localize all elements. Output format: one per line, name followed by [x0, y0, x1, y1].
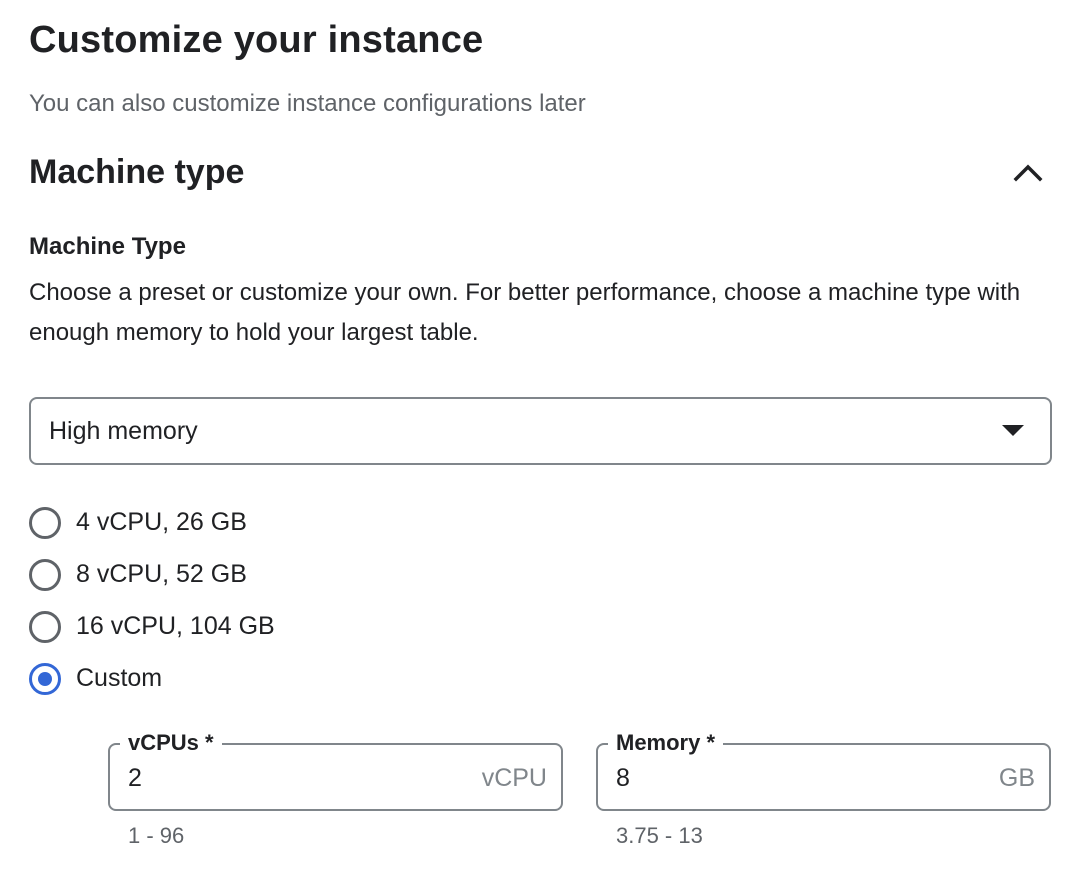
machine-type-label: Machine Type: [29, 233, 186, 260]
vcpus-field-label: vCPUs *: [120, 728, 222, 758]
radio-label: Custom: [76, 664, 163, 692]
page-title: Customize your instance: [29, 19, 484, 61]
vcpus-input[interactable]: [128, 762, 428, 794]
radio-label: 16 vCPU, 104 GB: [76, 612, 275, 640]
machine-type-select-value: High memory: [49, 417, 198, 445]
machine-type-section-header[interactable]: Machine type: [29, 146, 1051, 198]
radio-option-16vcpu[interactable]: 16 vCPU, 104 GB: [28, 606, 428, 646]
memory-range-hint: 3.75 - 13: [616, 823, 703, 848]
radio-option-4vcpu[interactable]: 4 vCPU, 26 GB: [28, 502, 428, 542]
radio-button[interactable]: [29, 507, 61, 539]
radio-label: 8 vCPU, 52 GB: [76, 560, 247, 588]
radio-option-custom[interactable]: Custom: [28, 658, 428, 698]
dropdown-arrow-icon: [1002, 425, 1024, 436]
radio-label: 4 vCPU, 26 GB: [76, 508, 247, 536]
memory-unit: GB: [998, 764, 1035, 792]
chevron-up-icon[interactable]: [1011, 158, 1045, 186]
radio-button[interactable]: [29, 559, 61, 591]
page-subtitle: You can also customize instance configur…: [29, 90, 586, 117]
memory-input[interactable]: [616, 762, 916, 794]
section-title: Machine type: [29, 153, 245, 191]
machine-type-select[interactable]: High memory: [29, 397, 1052, 465]
memory-field-label: Memory *: [608, 728, 724, 758]
vcpus-field[interactable]: vCPUs * vCPU: [108, 728, 563, 811]
vcpus-range-hint: 1 - 96: [128, 823, 185, 848]
radio-button-selected[interactable]: [29, 663, 61, 695]
radio-button[interactable]: [29, 611, 61, 643]
machine-type-description: Choose a preset or customize your own. F…: [29, 279, 1021, 346]
radio-option-8vcpu[interactable]: 8 vCPU, 52 GB: [28, 554, 428, 594]
vcpus-unit: vCPU: [481, 764, 547, 792]
memory-field[interactable]: Memory * GB: [596, 728, 1051, 811]
